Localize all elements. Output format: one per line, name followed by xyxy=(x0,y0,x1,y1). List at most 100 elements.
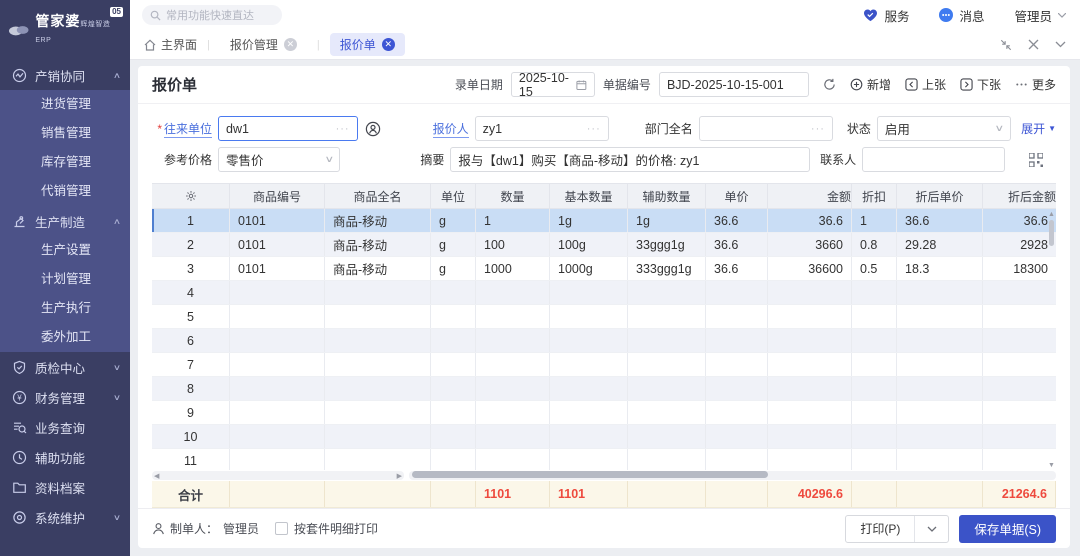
table-cell[interactable]: 0101 xyxy=(230,233,325,256)
quoter-input[interactable]: zy1··· xyxy=(475,116,609,141)
table-row[interactable]: 6 xyxy=(152,329,1056,353)
table-row[interactable]: 4 xyxy=(152,281,1056,305)
table-cell[interactable] xyxy=(476,305,550,328)
table-cell[interactable] xyxy=(476,449,550,470)
tab-quote-form[interactable]: 报价单 ✕ xyxy=(330,33,405,56)
table-cell[interactable] xyxy=(768,329,852,352)
table-cell[interactable] xyxy=(476,425,550,448)
table-cell[interactable] xyxy=(983,353,1056,376)
table-cell[interactable] xyxy=(325,377,431,400)
table-cell[interactable] xyxy=(230,353,325,376)
sidebar-item-计划管理[interactable]: 计划管理 xyxy=(0,265,130,294)
search-input[interactable]: 常用功能快速直达 xyxy=(142,5,282,25)
grid-settings-header[interactable] xyxy=(152,184,230,208)
status-select[interactable]: 启用∨ xyxy=(877,116,1011,141)
row-number-cell[interactable]: 7 xyxy=(152,353,230,376)
table-cell[interactable]: 36.6 xyxy=(983,209,1056,232)
select-contact-icon[interactable] xyxy=(365,121,381,137)
row-number-cell[interactable]: 4 xyxy=(152,281,230,304)
table-cell[interactable]: 333ggg1g xyxy=(628,257,706,280)
table-cell[interactable] xyxy=(983,425,1056,448)
table-row[interactable]: 10 xyxy=(152,425,1056,449)
table-row[interactable]: 7 xyxy=(152,353,1056,377)
row-number-cell[interactable]: 9 xyxy=(152,401,230,424)
dept-input[interactable]: ··· xyxy=(699,116,833,141)
table-cell[interactable]: 1 xyxy=(852,209,897,232)
qr-code-icon[interactable] xyxy=(1015,153,1056,167)
vertical-scrollbar[interactable]: ▲ ▼ xyxy=(1047,210,1056,470)
table-cell[interactable] xyxy=(768,305,852,328)
column-header[interactable]: 金额 xyxy=(768,184,852,208)
table-cell[interactable] xyxy=(476,281,550,304)
table-cell[interactable] xyxy=(628,401,706,424)
table-row[interactable]: 11 xyxy=(152,449,1056,470)
partner-label-link[interactable]: 往来单位 xyxy=(164,122,212,138)
table-cell[interactable] xyxy=(706,305,768,328)
table-cell[interactable] xyxy=(431,329,476,352)
next-button[interactable]: 下张 xyxy=(960,76,1001,93)
table-cell[interactable] xyxy=(852,353,897,376)
table-cell[interactable] xyxy=(897,449,983,470)
new-button[interactable]: 新增 xyxy=(850,76,891,93)
table-cell[interactable] xyxy=(628,425,706,448)
sidebar-item-生产设置[interactable]: 生产设置 xyxy=(0,236,130,265)
summary-input[interactable]: 报与【dw1】购买【商品-移动】的价格: zy1 xyxy=(450,147,810,172)
table-cell[interactable] xyxy=(628,305,706,328)
table-cell[interactable]: 36.6 xyxy=(706,257,768,280)
table-cell[interactable]: 36600 xyxy=(768,257,852,280)
expand-button[interactable]: 展开▼ xyxy=(1021,120,1056,137)
quoter-label-link[interactable]: 报价人 xyxy=(433,122,469,138)
close-tab-icon[interactable]: ✕ xyxy=(284,38,297,51)
table-cell[interactable]: g xyxy=(431,233,476,256)
table-cell[interactable] xyxy=(431,305,476,328)
table-cell[interactable]: 2928 xyxy=(983,233,1056,256)
table-cell[interactable]: 36.6 xyxy=(706,209,768,232)
table-cell[interactable] xyxy=(852,449,897,470)
sidebar-group-系统维护[interactable]: 系统维护∨ xyxy=(0,502,130,532)
table-cell[interactable]: 100g xyxy=(550,233,628,256)
table-cell[interactable] xyxy=(230,377,325,400)
column-header[interactable]: 单位 xyxy=(431,184,476,208)
table-cell[interactable] xyxy=(706,353,768,376)
save-button[interactable]: 保存单据(S) xyxy=(959,515,1056,543)
table-cell[interactable] xyxy=(852,425,897,448)
lookup-ellipsis-icon[interactable]: ··· xyxy=(587,123,601,135)
sidebar-item-库存管理[interactable]: 库存管理 xyxy=(0,148,130,177)
table-cell[interactable] xyxy=(897,305,983,328)
table-cell[interactable] xyxy=(325,353,431,376)
column-header[interactable]: 基本数量 xyxy=(550,184,628,208)
refresh-button[interactable] xyxy=(823,78,836,91)
column-header[interactable]: 数量 xyxy=(476,184,550,208)
scroll-down-icon[interactable]: ▼ xyxy=(1048,462,1055,469)
table-cell[interactable] xyxy=(706,401,768,424)
row-number-cell[interactable]: 11 xyxy=(152,449,230,470)
sidebar-item-生产执行[interactable]: 生产执行 xyxy=(0,294,130,323)
tab-home[interactable]: 主界面 xyxy=(144,36,197,53)
table-row[interactable]: 9 xyxy=(152,401,1056,425)
sidebar-group-资料档案[interactable]: 资料档案 xyxy=(0,472,130,502)
scroll-right-icon[interactable]: ▶ xyxy=(397,472,402,480)
print-options-chevron[interactable] xyxy=(914,516,948,542)
table-cell[interactable] xyxy=(628,449,706,470)
table-cell[interactable] xyxy=(897,281,983,304)
print-button[interactable]: 打印(P) xyxy=(846,516,914,542)
table-cell[interactable] xyxy=(706,377,768,400)
table-cell[interactable] xyxy=(550,449,628,470)
table-cell[interactable] xyxy=(852,377,897,400)
table-cell[interactable] xyxy=(431,377,476,400)
table-cell[interactable]: 商品-移动 xyxy=(325,257,431,280)
column-header[interactable]: 商品全名 xyxy=(325,184,431,208)
ref-price-select[interactable]: 零售价∨ xyxy=(218,147,340,172)
sidebar-group-财务管理[interactable]: ¥财务管理∨ xyxy=(0,382,130,412)
table-cell[interactable] xyxy=(230,281,325,304)
table-cell[interactable]: 29.28 xyxy=(897,233,983,256)
record-date-input[interactable]: 2025-10-15 xyxy=(511,72,595,97)
lookup-ellipsis-icon[interactable]: ··· xyxy=(336,123,350,135)
sidebar-item-进货管理[interactable]: 进货管理 xyxy=(0,90,130,119)
table-row[interactable]: 5 xyxy=(152,305,1056,329)
scroll-up-icon[interactable]: ▲ xyxy=(1048,211,1055,218)
collapse-tabs-icon[interactable] xyxy=(1000,39,1012,51)
table-cell[interactable] xyxy=(628,281,706,304)
table-cell[interactable]: 3660 xyxy=(768,233,852,256)
table-cell[interactable] xyxy=(897,425,983,448)
